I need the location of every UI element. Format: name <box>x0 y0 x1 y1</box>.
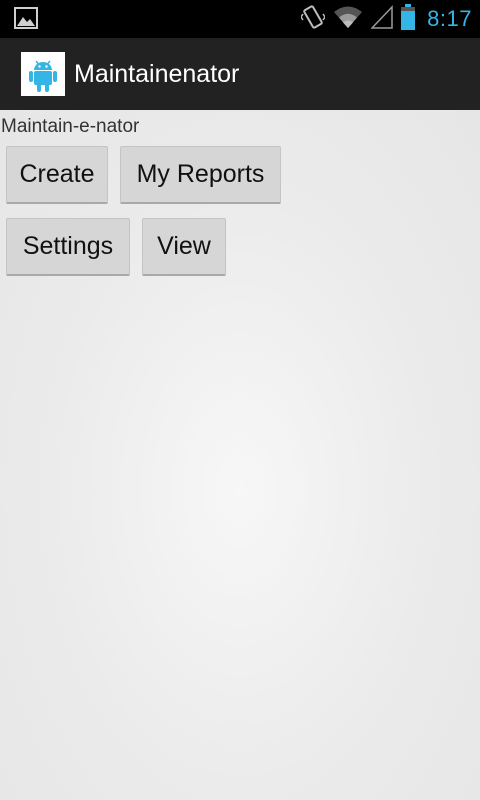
create-button[interactable]: Create <box>6 146 108 204</box>
main-content: Maintain-e-nator Create My Reports Setti… <box>0 110 480 800</box>
status-icons: 8:17 <box>293 0 472 38</box>
action-bar: Maintainenator <box>0 38 480 110</box>
android-robot-icon[interactable] <box>21 52 65 96</box>
vibrate-icon <box>300 4 327 35</box>
status-bar: 8:17 <box>0 0 480 38</box>
battery-icon <box>401 3 416 35</box>
status-clock: 8:17 <box>427 6 472 31</box>
settings-button[interactable]: Settings <box>6 218 130 276</box>
wifi-icon <box>333 5 363 34</box>
my-reports-button[interactable]: My Reports <box>120 146 281 204</box>
gallery-notification-icon <box>14 7 38 29</box>
signal-icon <box>370 4 393 34</box>
view-button[interactable]: View <box>142 218 226 276</box>
page-heading: Maintain-e-nator <box>1 116 140 137</box>
app-title: Maintainenator <box>74 60 240 88</box>
